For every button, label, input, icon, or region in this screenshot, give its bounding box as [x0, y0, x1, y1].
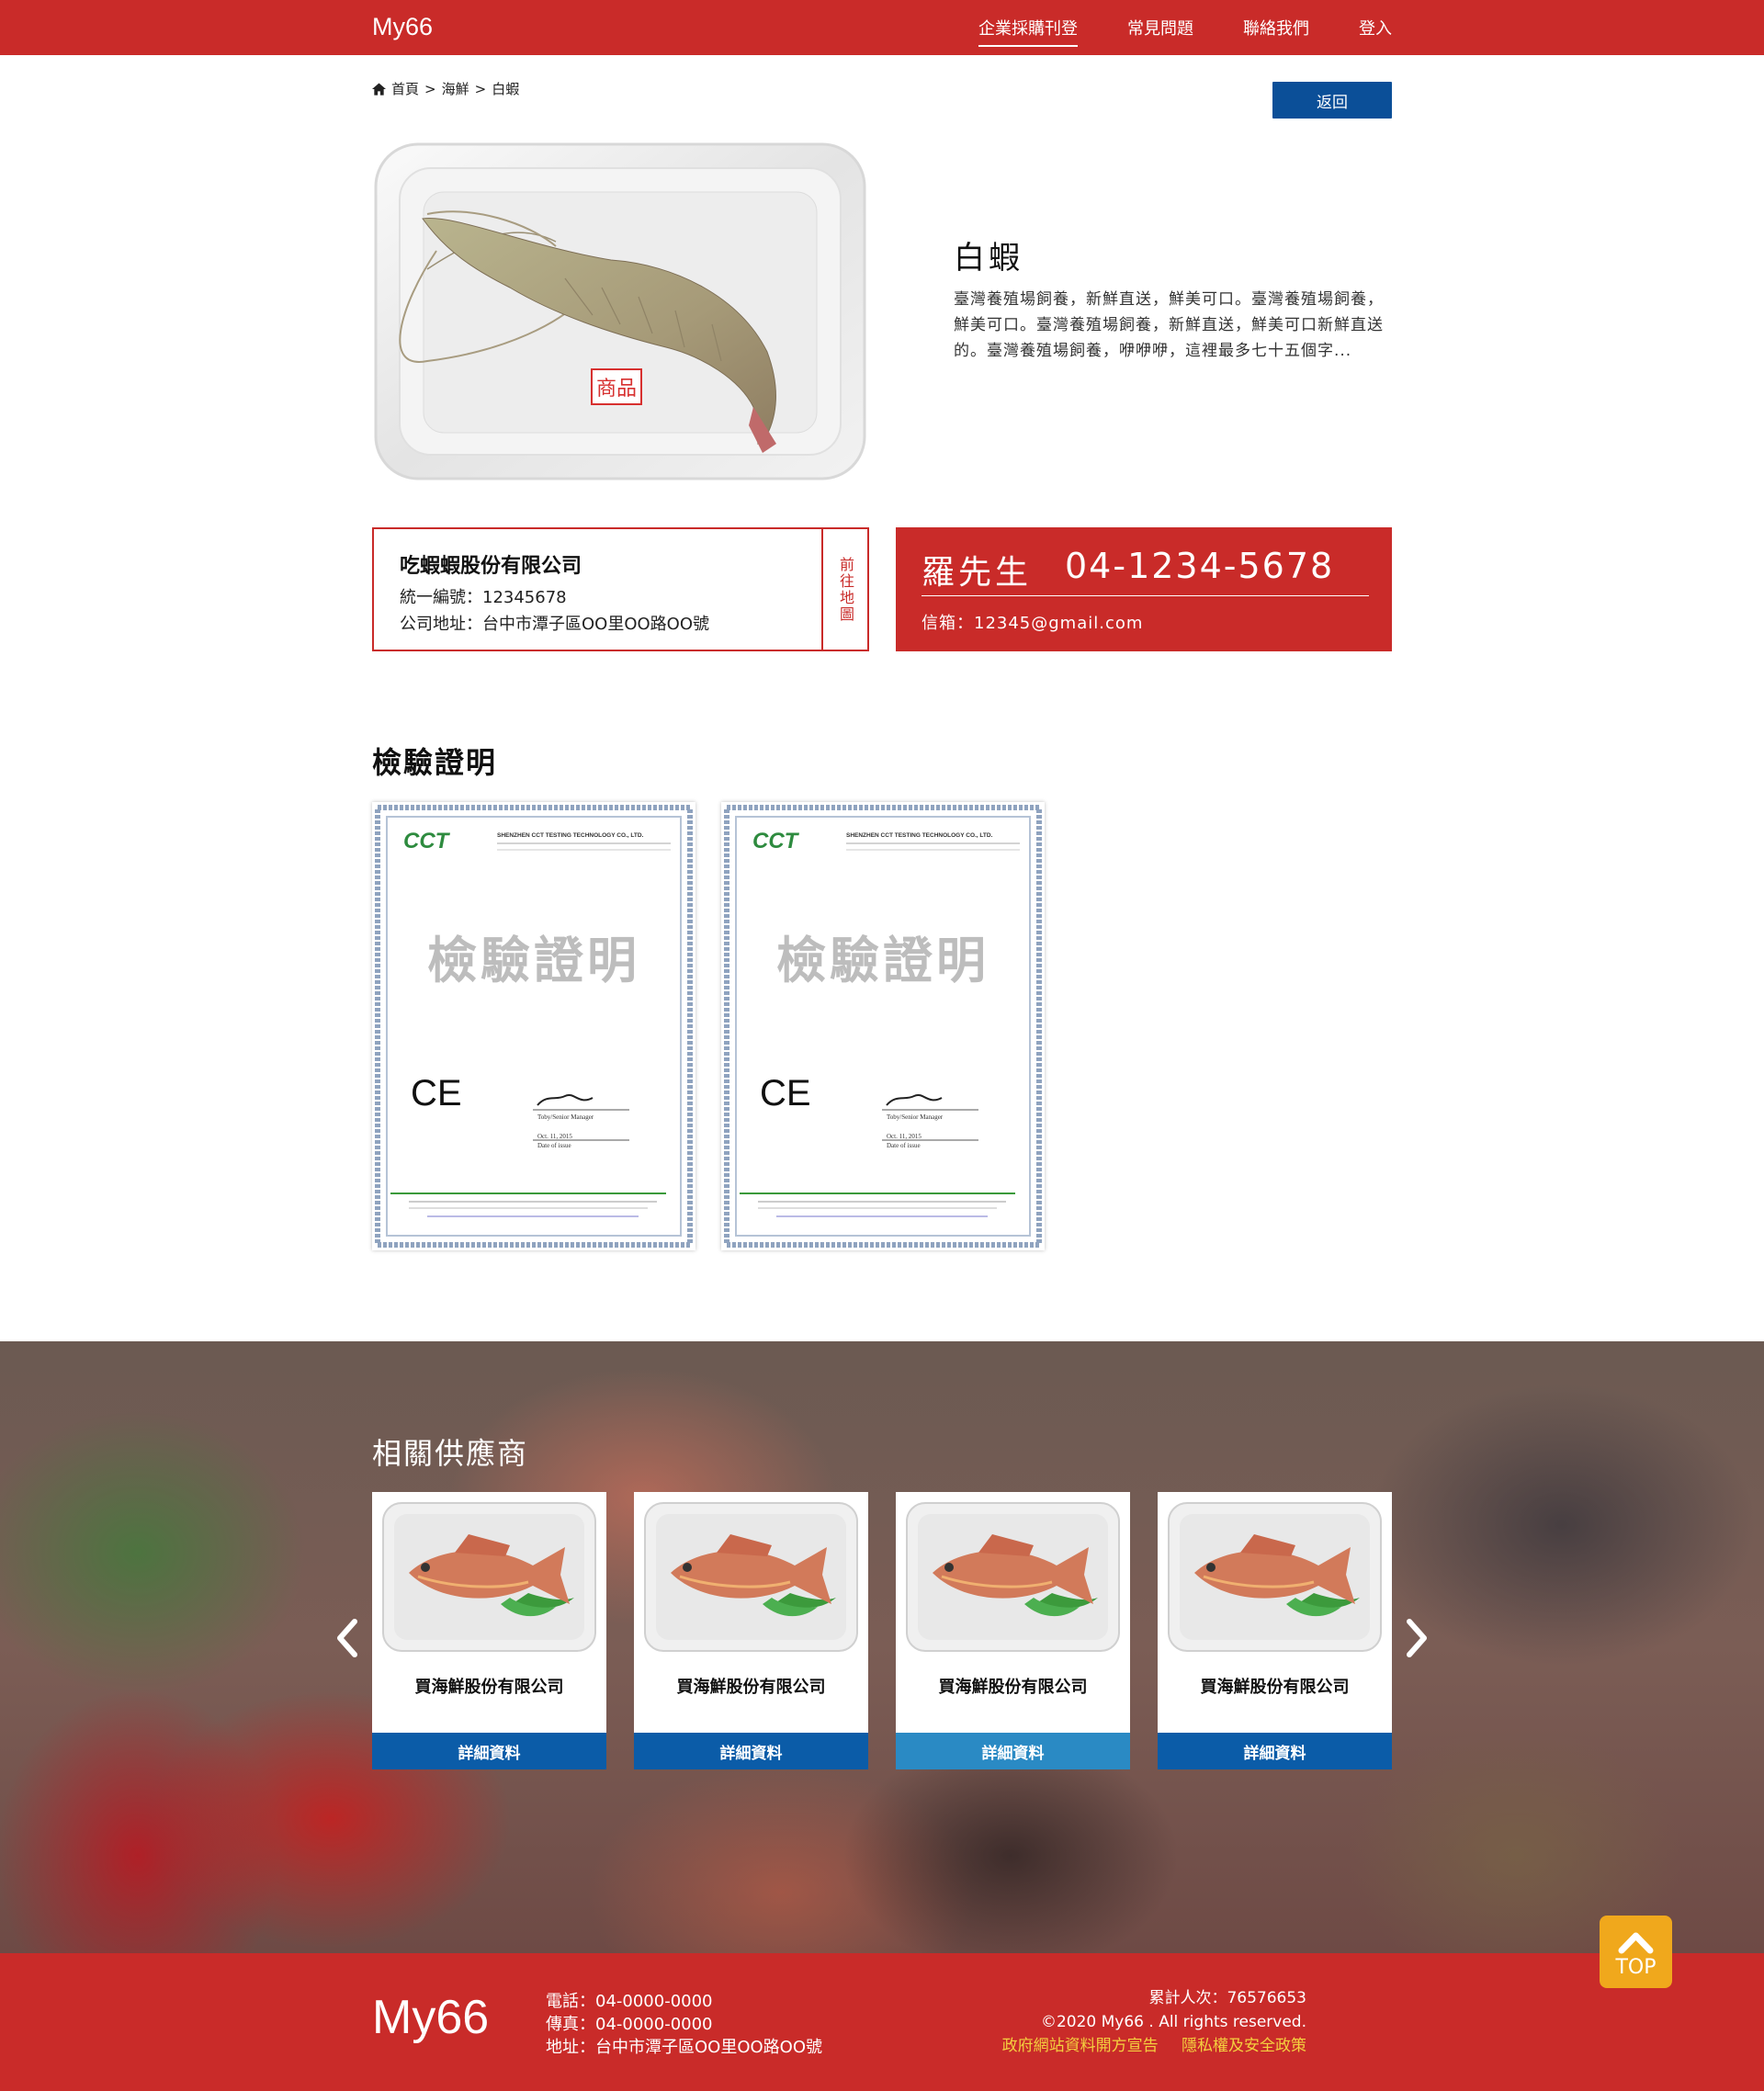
certificate-image: CCT SHENZHEN CCT TESTING TECHNOLOGY CO.,… [724, 805, 1042, 1248]
contact-email[interactable]: 信箱：12345@gmail.com [922, 610, 1143, 634]
home-icon [372, 82, 386, 96]
chevron-right-icon[interactable] [1400, 1611, 1433, 1666]
fish-tray-image [1168, 1502, 1382, 1652]
map-button[interactable]: 前往地圖 [821, 529, 867, 650]
company-info-box: 吃蝦蝦股份有限公司 統一編號：12345678 公司地址：台中市潭子區OO里OO… [372, 527, 869, 651]
shrimp-tray-image [374, 142, 866, 480]
contact-box: 羅先生 04-1234-5678 信箱：12345@gmail.com [896, 527, 1392, 651]
visitor-count: 累計人次：76576653 [1148, 1989, 1306, 2007]
related-suppliers-section: 相關供應商 買海鮮股份有限公司 詳細資料 買海鮮股份有限公司 詳細資料 買海鮮股… [0, 1341, 1764, 1953]
back-to-top-button[interactable]: TOP [1600, 1916, 1672, 1988]
footer: My66 電話：04-0000-0000 傳真：04-0000-0000 地址：… [0, 1953, 1764, 2091]
chevron-left-icon[interactable] [331, 1611, 364, 1666]
certificate-image: CCT SHENZHEN CCT TESTING TECHNOLOGY CO.,… [375, 805, 693, 1248]
fish-tray-image [906, 1502, 1120, 1652]
breadcrumb: 首頁 > 海鮮 > 白蝦 [372, 79, 519, 98]
footer-phone: 電話：04-0000-0000 [546, 1992, 713, 2011]
nav-login[interactable]: 登入 [1359, 12, 1392, 43]
supplier-name: 買海鮮股份有限公司 [938, 1678, 1088, 1697]
cert-issuer: SHENZHEN CCT TESTING TECHNOLOGY CO., LTD… [497, 832, 644, 839]
company-name: 吃蝦蝦股份有限公司 [400, 555, 582, 578]
breadcrumb-home[interactable]: 首頁 [391, 79, 419, 98]
supplier-card[interactable]: 買海鮮股份有限公司 詳細資料 [372, 1492, 606, 1769]
supplier-name: 買海鮮股份有限公司 [414, 1678, 564, 1697]
fish-tray-image [382, 1502, 596, 1652]
cert-ce-mark: CE [411, 1073, 462, 1113]
copyright: ©2020 My66 . All rights reserved. [1040, 2013, 1306, 2031]
supplier-name: 買海鮮股份有限公司 [676, 1678, 826, 1697]
main-nav: 企業採購刊登 常見問題 聯絡我們 登入 [929, 0, 1392, 55]
nav-contact[interactable]: 聯絡我們 [1243, 12, 1309, 43]
supplier-name: 買海鮮股份有限公司 [1200, 1678, 1350, 1697]
nav-procurement[interactable]: 企業採購刊登 [978, 12, 1078, 47]
top-navbar: My66 企業採購刊登 常見問題 聯絡我們 登入 [0, 0, 1764, 55]
footer-address: 地址：台中市潭子區OO里OO路OO號 [546, 2038, 823, 2057]
cert-date-label: Date of issue [537, 1142, 571, 1149]
product-title: 白蝦 [954, 240, 1023, 277]
supplier-card[interactable]: 買海鮮股份有限公司 詳細資料 [634, 1492, 868, 1769]
cert-date-label: Date of issue [887, 1142, 921, 1149]
fish-tray-image [644, 1502, 858, 1652]
breadcrumb-current: 白蝦 [492, 81, 520, 97]
related-heading: 相關供應商 [372, 1436, 529, 1471]
footer-meta: 累計人次：76576653 ©2020 My66 . All rights re… [984, 1986, 1306, 2058]
cert-logo: CCT [752, 829, 800, 853]
product-description: 臺灣養殖場飼養，新鮮直送，鮮美可口。臺灣養殖場飼養，鮮美可口。臺灣養殖場飼養，新… [954, 290, 1384, 360]
supplier-card[interactable]: 買海鮮股份有限公司 詳細資料 [1158, 1492, 1392, 1769]
cert-logo: CCT [403, 829, 451, 853]
map-button-label: 前往地圖 [837, 556, 854, 623]
product-tag: 商品 [591, 368, 643, 405]
footer-logo[interactable]: My66 [372, 1990, 489, 2045]
supplier-card[interactable]: 買海鮮股份有限公司 詳細資料 [896, 1492, 1130, 1769]
cert-issuer: SHENZHEN CCT TESTING TECHNOLOGY CO., LTD… [846, 832, 993, 839]
supplier-detail-button[interactable]: 詳細資料 [372, 1733, 606, 1769]
company-address: 公司地址：台中市潭子區OO里OO路OO號 [400, 615, 710, 634]
back-button[interactable]: 返回 [1272, 82, 1392, 119]
back-to-top-label: TOP [1615, 1956, 1657, 1979]
company-tax-id: 統一編號：12345678 [400, 588, 567, 607]
supplier-detail-button[interactable]: 詳細資料 [634, 1733, 868, 1769]
breadcrumb-separator: > [474, 80, 487, 97]
supplier-detail-button[interactable]: 詳細資料 [1158, 1733, 1392, 1769]
certificate-card[interactable]: CCT SHENZHEN CCT TESTING TECHNOLOGY CO.,… [721, 802, 1045, 1250]
supplier-detail-button[interactable]: 詳細資料 [896, 1733, 1130, 1769]
contact-divider [922, 595, 1369, 596]
cert-watermark: 檢驗證明 [776, 932, 989, 989]
footer-fax: 傳真：04-0000-0000 [546, 2015, 713, 2034]
breadcrumb-category[interactable]: 海鮮 [442, 79, 469, 98]
cert-watermark: 檢驗證明 [427, 932, 640, 989]
cert-signer: Toby/Senior Manager [887, 1113, 944, 1121]
cert-signer: Toby/Senior Manager [537, 1113, 594, 1121]
certificate-card[interactable]: CCT SHENZHEN CCT TESTING TECHNOLOGY CO.,… [372, 802, 695, 1250]
contact-person: 羅先生 [922, 554, 1033, 592]
cert-date: Oct. 11, 2015 [537, 1133, 572, 1140]
footer-contact-info: 電話：04-0000-0000 傳真：04-0000-0000 地址：台中市潭子… [546, 1990, 822, 2059]
chevron-up-icon [1618, 1932, 1654, 1954]
open-data-link[interactable]: 政府網站資料開方宣告 [1002, 2037, 1159, 2055]
privacy-link[interactable]: 隱私權及安全政策 [1182, 2037, 1306, 2055]
site-logo[interactable]: My66 [372, 13, 433, 41]
nav-faq[interactable]: 常見問題 [1127, 12, 1193, 43]
cert-ce-mark: CE [760, 1073, 811, 1113]
contact-phone[interactable]: 04-1234-5678 [1065, 546, 1334, 586]
footer-links: 政府網站資料開方宣告 隱私權及安全政策 [984, 2034, 1306, 2058]
certificates-heading: 檢驗證明 [372, 745, 498, 780]
product-image: 商品 [372, 141, 868, 482]
breadcrumb-separator: > [424, 80, 436, 97]
cert-date: Oct. 11, 2015 [887, 1133, 922, 1140]
